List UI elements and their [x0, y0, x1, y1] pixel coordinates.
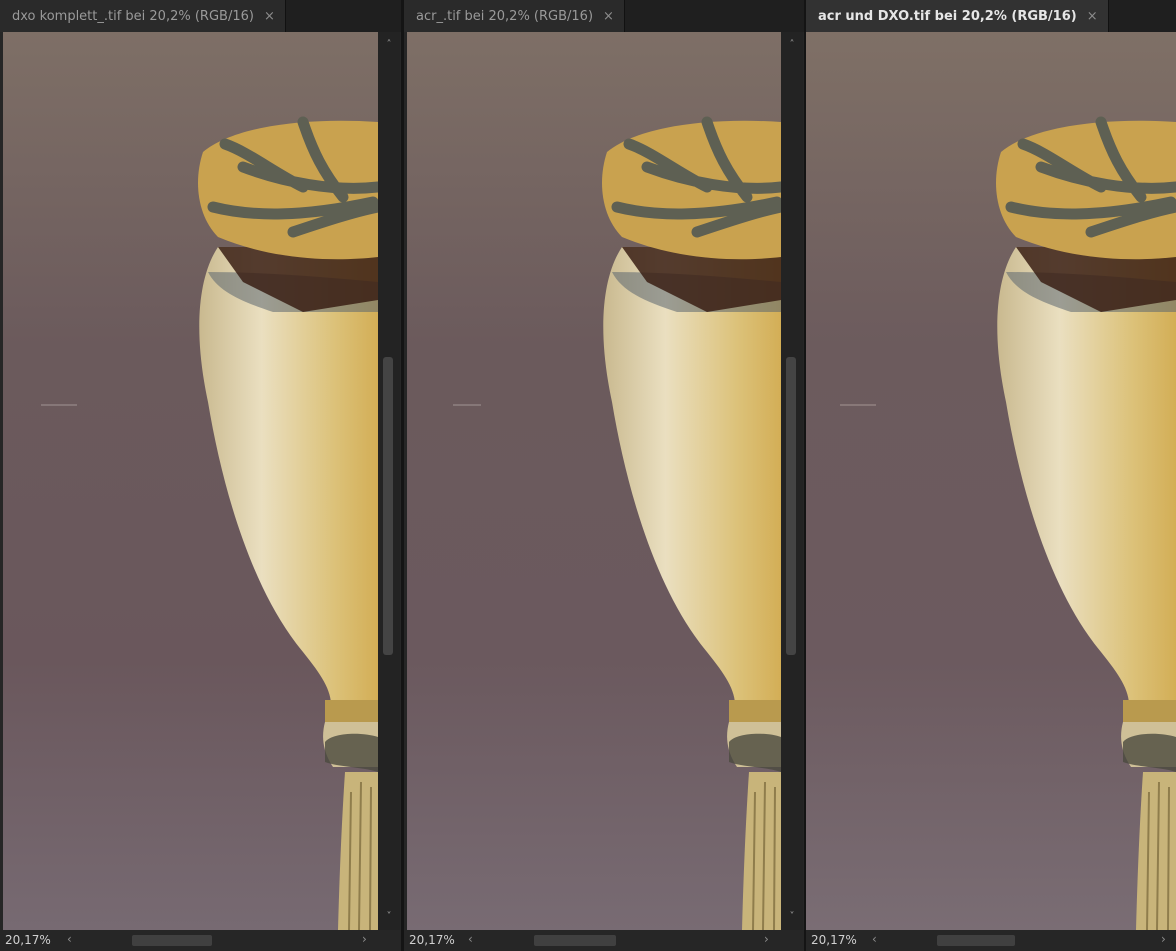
- vertical-scroll-thumb[interactable]: [383, 357, 393, 655]
- scroll-up-arrow-icon[interactable]: ˄: [781, 36, 803, 54]
- zoom-level[interactable]: 20,17%: [5, 933, 51, 947]
- close-icon[interactable]: ×: [603, 10, 614, 23]
- document-tab[interactable]: acr_.tif bei 20,2% (RGB/16) ×: [404, 0, 625, 32]
- scroll-right-arrow-icon[interactable]: ›: [1161, 932, 1166, 946]
- scroll-right-arrow-icon[interactable]: ›: [362, 932, 367, 946]
- horizontal-scroll-thumb[interactable]: [937, 935, 1015, 946]
- close-icon[interactable]: ×: [264, 10, 275, 23]
- document-panel-1: dxo komplett_.tif bei 20,2% (RGB/16) × ˄…: [0, 0, 401, 951]
- tab-bar: dxo komplett_.tif bei 20,2% (RGB/16) ×: [0, 0, 401, 32]
- scroll-up-arrow-icon[interactable]: ˄: [378, 36, 400, 54]
- scroll-left-arrow-icon[interactable]: ‹: [872, 932, 877, 946]
- zoom-level[interactable]: 20,17%: [811, 933, 857, 947]
- document-panel-2: acr_.tif bei 20,2% (RGB/16) × ˄ ˅ 20,17%…: [404, 0, 804, 951]
- document-tab-active[interactable]: acr und DXO.tif bei 20,2% (RGB/16) ×: [806, 0, 1109, 32]
- scroll-down-arrow-icon[interactable]: ˅: [781, 908, 803, 926]
- status-bar: 20,17% ‹ ›: [404, 930, 804, 951]
- document-panel-3: acr und DXO.tif bei 20,2% (RGB/16) × 20,…: [806, 0, 1176, 951]
- tab-bar: acr_.tif bei 20,2% (RGB/16) ×: [404, 0, 804, 32]
- tab-title: acr und DXO.tif bei 20,2% (RGB/16): [818, 8, 1077, 24]
- status-bar: 20,17% ‹ ›: [0, 930, 401, 951]
- poppy-seed-pod-image: [407, 32, 781, 930]
- image-canvas[interactable]: [3, 32, 378, 930]
- close-icon[interactable]: ×: [1087, 10, 1098, 23]
- tab-bar: acr und DXO.tif bei 20,2% (RGB/16) ×: [806, 0, 1176, 32]
- vertical-scroll-thumb[interactable]: [786, 357, 796, 655]
- vertical-scrollbar[interactable]: ˄ ˅: [781, 32, 803, 930]
- status-bar: 20,17% ‹ ›: [806, 930, 1176, 951]
- image-canvas[interactable]: [407, 32, 781, 930]
- document-tab[interactable]: dxo komplett_.tif bei 20,2% (RGB/16) ×: [0, 0, 286, 32]
- scroll-left-arrow-icon[interactable]: ‹: [468, 932, 473, 946]
- scroll-right-arrow-icon[interactable]: ›: [764, 932, 769, 946]
- horizontal-scroll-thumb[interactable]: [534, 935, 616, 946]
- poppy-seed-pod-image: [806, 32, 1176, 930]
- poppy-seed-pod-image: [3, 32, 378, 930]
- image-canvas[interactable]: [806, 32, 1176, 930]
- zoom-level[interactable]: 20,17%: [409, 933, 455, 947]
- tab-title: acr_.tif bei 20,2% (RGB/16): [416, 8, 594, 24]
- scroll-down-arrow-icon[interactable]: ˅: [378, 908, 400, 926]
- horizontal-scroll-thumb[interactable]: [132, 935, 212, 946]
- tab-title: dxo komplett_.tif bei 20,2% (RGB/16): [12, 8, 254, 24]
- scroll-left-arrow-icon[interactable]: ‹: [67, 932, 72, 946]
- vertical-scrollbar[interactable]: ˄ ˅: [378, 32, 400, 930]
